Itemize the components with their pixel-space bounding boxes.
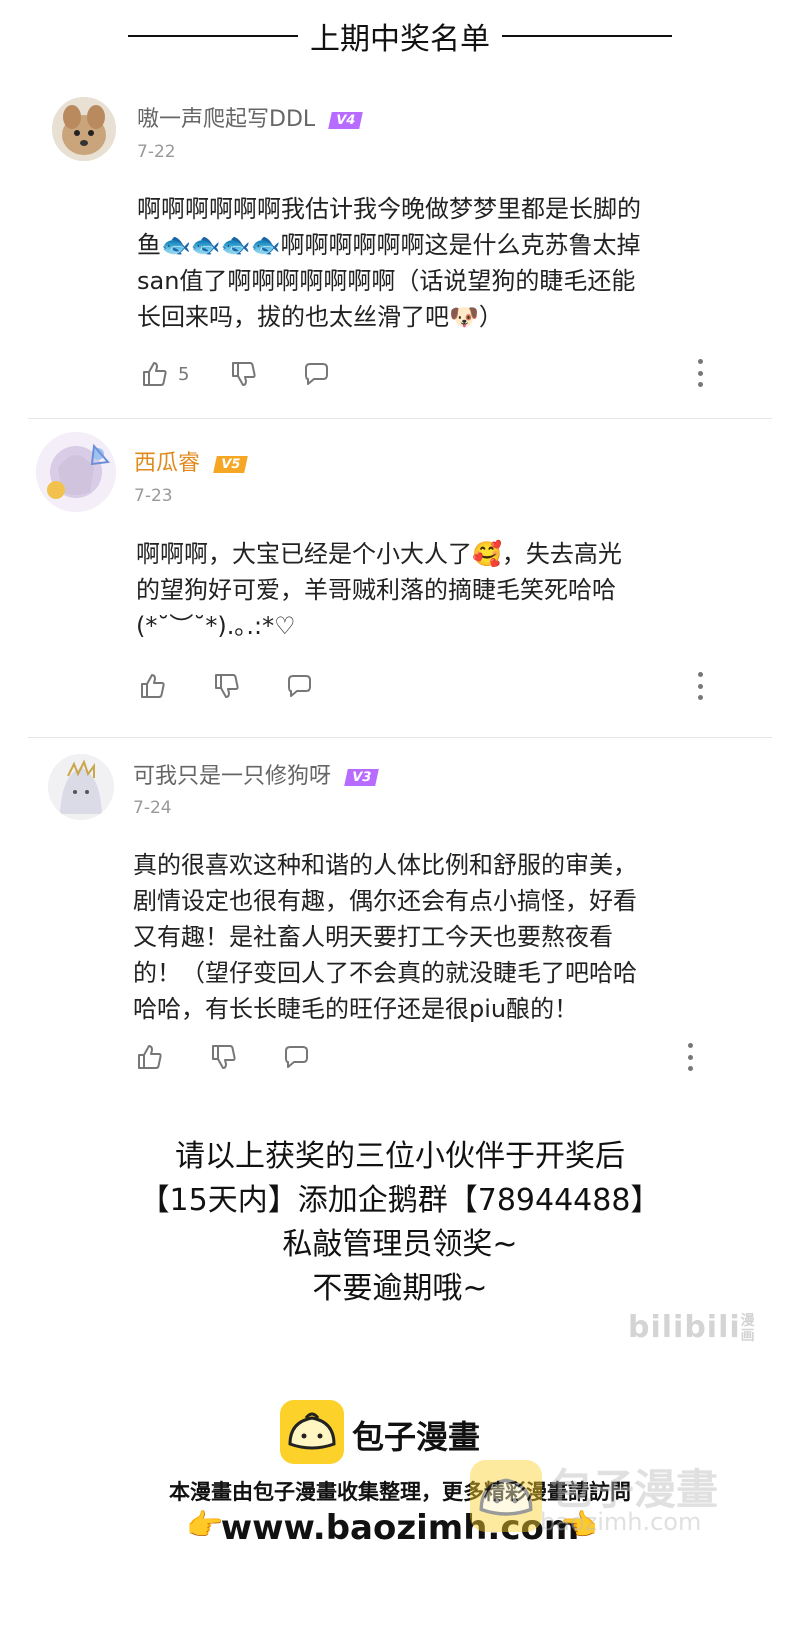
speech-bubble-icon (285, 1046, 308, 1068)
thumbs-up-icon (143, 362, 167, 386)
comment-divider (28, 737, 772, 738)
like-count: 5 (178, 363, 190, 385)
thumbs-down-icon (212, 1045, 236, 1069)
notice-line-4: 不要逾期哦~ (312, 1271, 488, 1306)
level-badge: V3 (344, 768, 379, 786)
comment-actions (138, 670, 314, 702)
more-options-icon[interactable] (698, 359, 704, 387)
reply-button[interactable] (281, 1042, 311, 1072)
comment-divider (28, 418, 772, 419)
more-options-icon[interactable] (688, 1043, 694, 1071)
comment-text: 真的很喜欢这种和谐的人体比例和舒服的审美， 剧情设定也很有趣，偶尔还会有点小搞怪… (133, 851, 637, 1023)
level-badge: V4 (328, 111, 364, 129)
thumbs-down-icon (215, 674, 239, 698)
avatar[interactable] (52, 97, 116, 161)
comment-date: 7-22 (137, 142, 176, 162)
comment-date: 7-24 (133, 798, 172, 818)
username[interactable]: 嗷一声爬起写DDL V4 (137, 101, 364, 133)
more-options-icon[interactable] (698, 672, 704, 700)
comment-date: 7-23 (134, 486, 173, 506)
dislike-button[interactable] (209, 1042, 239, 1072)
level-badge: V5 (213, 455, 248, 473)
watermark-url: baozimh.com (540, 1508, 702, 1536)
notice-line-3: 私敲管理员领奖~ (282, 1227, 518, 1262)
comment-text: 啊啊啊，大宝已经是个小大人了🥰，失去高光 的望狗好可爱，羊哥贼利落的摘睫毛笑死哈… (136, 540, 622, 640)
page-title: 上期中奖名单 (310, 22, 490, 57)
reply-button[interactable] (301, 359, 331, 389)
baozi-logo-icon[interactable] (280, 1400, 344, 1464)
notice-line-1: 请以上获奖的三位小伙伴于开奖后 (175, 1139, 625, 1174)
avatar[interactable] (48, 754, 114, 820)
avatar[interactable] (36, 432, 116, 512)
thumbs-up-icon (138, 1045, 162, 1069)
dislike-button[interactable] (229, 359, 259, 389)
title-rule-right (502, 35, 672, 37)
dislike-button[interactable] (212, 671, 242, 701)
username[interactable]: 可我只是一只修狗呀 V3 (133, 758, 379, 790)
like-button[interactable] (138, 671, 168, 701)
thumbs-down-icon (232, 362, 257, 386)
comment-actions (135, 1041, 311, 1073)
brand-name: 包子漫畫 (352, 1418, 481, 1456)
thumbs-up-icon (141, 674, 165, 698)
title-rule-left (128, 35, 298, 37)
speech-bubble-icon (288, 675, 311, 697)
username[interactable]: 西瓜睿 V5 (134, 445, 248, 477)
baozi-watermark-icon (470, 1460, 542, 1532)
notice-line-2: 【15天内】添加企鹅群【78944488】 (139, 1183, 661, 1218)
comment-actions: 5 (140, 358, 331, 390)
like-button[interactable] (135, 1042, 165, 1072)
reply-button[interactable] (284, 671, 314, 701)
prize-notice: 请以上获奖的三位小伙伴于开奖后 【15天内】添加企鹅群【78944488】 私敲… (0, 1135, 800, 1311)
baozi-watermark: 包子漫畫 baozimh.com (470, 1456, 740, 1536)
bilibili-watermark: bilibili漫画 (628, 1310, 756, 1345)
speech-bubble-icon (305, 363, 329, 385)
section-title: 上期中奖名单 (0, 14, 800, 58)
comment-text: 啊啊啊啊啊啊我估计我今晚做梦梦里都是长脚的 鱼🐟🐟🐟🐟啊啊啊啊啊啊这是什么克苏鲁… (137, 195, 641, 331)
like-button[interactable]: 5 (140, 359, 189, 389)
